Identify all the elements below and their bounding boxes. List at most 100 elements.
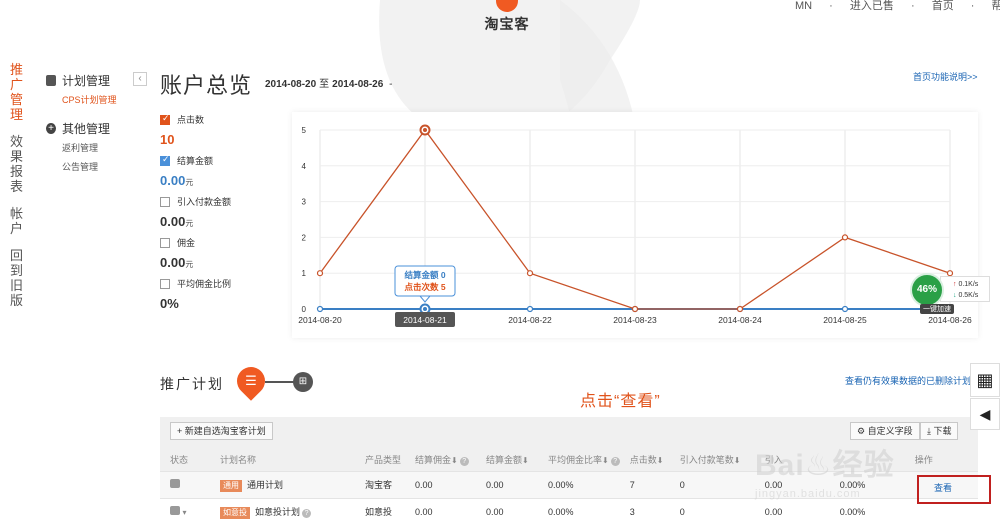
nav-item-old-version[interactable]: 回到旧版 bbox=[10, 248, 24, 308]
plan-name[interactable]: 通用计划 bbox=[247, 480, 283, 490]
clipboard-icon bbox=[46, 75, 56, 86]
grid-view-button[interactable]: ⊞ bbox=[293, 372, 313, 392]
sub-group-plan[interactable]: 计划管理 bbox=[46, 72, 141, 89]
main-nav: 推广管理 效果报表 帐户 回到旧版 bbox=[0, 62, 30, 320]
top-link-separator: · bbox=[970, 0, 975, 12]
top-link[interactable]: 帮助 bbox=[992, 0, 1000, 12]
page-title: 账户总览 bbox=[160, 73, 253, 98]
y-tick-label: 3 bbox=[302, 198, 307, 207]
column-header[interactable]: 点击数⬇ bbox=[620, 449, 670, 471]
x-tick-label: 2014-08-21 bbox=[403, 315, 447, 325]
data-point bbox=[316, 270, 324, 277]
date-range-picker[interactable]: 2014-08-20 至 2014-08-26 - bbox=[265, 75, 395, 90]
sub-item-cps-plan[interactable]: CPS计划管理 bbox=[62, 93, 141, 106]
column-header[interactable]: 结算金额⬇ bbox=[476, 449, 538, 471]
speed-accelerate-button[interactable]: 一键加速 bbox=[920, 304, 954, 314]
top-link[interactable]: MN bbox=[795, 0, 812, 12]
sub-group-label: 其他管理 bbox=[62, 122, 111, 136]
date-dropdown-caret: - bbox=[389, 79, 393, 90]
x-tick-label: 2014-08-23 bbox=[613, 315, 657, 325]
metric-checkbox[interactable] bbox=[160, 113, 170, 125]
metric-checkbox[interactable] bbox=[160, 237, 170, 248]
metric-checkbox[interactable] bbox=[160, 196, 170, 207]
sub-item-notice[interactable]: 公告管理 bbox=[62, 160, 141, 173]
list-icon: ☰ bbox=[245, 373, 257, 388]
column-header[interactable]: 结算佣金⬇? bbox=[405, 449, 476, 471]
collapse-nav-button[interactable]: ‹ bbox=[133, 72, 147, 86]
view-plan-link[interactable]: 查看 bbox=[934, 481, 952, 494]
column-header[interactable]: 平均佣金比率⬇? bbox=[538, 449, 620, 471]
rate-cell: 0.00% bbox=[538, 497, 620, 525]
new-plan-button[interactable]: + 新建自选淘宝客计划 bbox=[170, 422, 273, 440]
help-link[interactable]: 首页功能说明>> bbox=[913, 70, 978, 83]
section-title: 推广计划 bbox=[160, 376, 224, 392]
status-cell[interactable]: ▾ bbox=[160, 497, 210, 525]
speaker-icon[interactable]: ◀ bbox=[970, 398, 1000, 430]
nav-item-account[interactable]: 帐户 bbox=[10, 206, 24, 236]
highlight-box bbox=[917, 475, 991, 504]
plans-table-panel: + 新建自选淘宝客计划 ⚙ 自定义字段 ⤓ 下载 状态 计划名称 产品类型 结算… bbox=[160, 417, 978, 525]
deleted-plans-link[interactable]: 查看仍有效果数据的已删除计划>> bbox=[845, 374, 982, 387]
table-header-row: 状态 计划名称 产品类型 结算佣金⬇? 结算金额⬇ 平均佣金比率⬇? 点击数⬇ … bbox=[160, 449, 978, 471]
data-point bbox=[316, 305, 324, 313]
thumb-up-icon bbox=[170, 506, 180, 516]
sort-icon: ⬇ bbox=[656, 456, 664, 466]
top-link[interactable]: 首页 bbox=[932, 0, 954, 12]
metric-checkbox[interactable] bbox=[160, 154, 170, 166]
date-start: 2014-08-20 bbox=[265, 79, 317, 90]
metric-checkbox[interactable] bbox=[160, 278, 170, 289]
nav-item-reports[interactable]: 效果报表 bbox=[10, 134, 24, 194]
toggle-connector bbox=[265, 381, 295, 383]
column-header bbox=[830, 449, 905, 471]
column-header: 状态 bbox=[170, 455, 189, 466]
metric-label: 佣金 bbox=[177, 238, 196, 248]
custom-fields-button[interactable]: ⚙ 自定义字段 bbox=[850, 422, 920, 440]
column-header: 产品类型 bbox=[365, 455, 402, 466]
metric-clicks: 点击数 10 bbox=[160, 113, 290, 147]
grid-icon: ⊞ bbox=[298, 376, 308, 387]
clicks-cell: 7 bbox=[619, 470, 670, 498]
thumb-up-icon bbox=[170, 479, 180, 488]
plan-name[interactable]: 如意投计划 bbox=[255, 507, 300, 517]
qr-code-icon[interactable]: ▦ bbox=[970, 363, 1000, 397]
help-icon[interactable]: ? bbox=[302, 508, 312, 518]
data-point-center bbox=[423, 307, 427, 311]
trend-chart-panel: 0 1 2 3 4 5 2014-08-20 2014-08-21 2014-08-22 2014… bbox=[292, 112, 978, 338]
metric-commission: 佣金 0.00元 bbox=[160, 236, 290, 270]
column-header[interactable]: 引入付款笔数⬇ bbox=[670, 449, 755, 471]
tooltip-arrow bbox=[418, 295, 432, 303]
rate-cell: 0.00% bbox=[538, 470, 620, 498]
download-button[interactable]: ⤓ 下载 bbox=[920, 422, 959, 440]
metric-label: 引入付款金额 bbox=[177, 197, 232, 207]
y-tick-label: 2 bbox=[302, 233, 307, 242]
y-tick-label: 0 bbox=[302, 305, 307, 314]
taobaoke-logo[interactable]: 淘宝客 bbox=[472, 0, 542, 36]
metric-value: 0% bbox=[160, 296, 179, 311]
nav-item-promotion[interactable]: 推广管理 bbox=[10, 62, 24, 122]
sub-item-rebate[interactable]: 返利管理 bbox=[62, 141, 141, 154]
product-type-cell: 淘宝客 bbox=[355, 470, 405, 498]
data-point-center bbox=[423, 128, 427, 132]
x-tick-label: 2014-08-22 bbox=[508, 315, 552, 325]
column-header: 操作 bbox=[914, 455, 933, 466]
trend-chart: 0 1 2 3 4 5 2014-08-20 2014-08-21 2014-08-22 2014… bbox=[298, 124, 972, 327]
introduced-cell: 0.00 bbox=[754, 497, 830, 525]
top-link[interactable]: 进入已售 bbox=[850, 0, 894, 12]
metric-label: 结算金额 bbox=[177, 156, 214, 166]
status-cell[interactable] bbox=[160, 470, 210, 498]
extra-cell: 0.00% bbox=[829, 470, 905, 498]
help-icon[interactable]: ? bbox=[610, 457, 620, 467]
commission-cell: 0.00 bbox=[405, 470, 476, 498]
top-links: MN · 进入已售 · 首页 · 帮助 bbox=[795, 0, 1000, 13]
metric-value: 0.00元 bbox=[160, 173, 194, 188]
metric-avg-commission-rate: 平均佣金比例 0% bbox=[160, 277, 290, 311]
help-icon[interactable]: ? bbox=[459, 457, 469, 467]
instruction-annotation: 点击“查看” bbox=[580, 393, 661, 410]
network-speed-widget[interactable]: ↑ 0.1K/s ↓ 0.5K/s 46% 一键加速 bbox=[908, 271, 1000, 315]
data-point bbox=[841, 305, 849, 313]
table-row: 通用 通用计划 淘宝客 0.00 0.00 0.00% 7 0 0.00 0.00… bbox=[160, 470, 978, 498]
sub-group-other[interactable]: + 其他管理 bbox=[46, 120, 141, 137]
column-header[interactable]: 引入 bbox=[755, 449, 830, 471]
data-point bbox=[736, 305, 744, 313]
tooltip-line-settle: 结算金额 0 bbox=[404, 270, 445, 280]
